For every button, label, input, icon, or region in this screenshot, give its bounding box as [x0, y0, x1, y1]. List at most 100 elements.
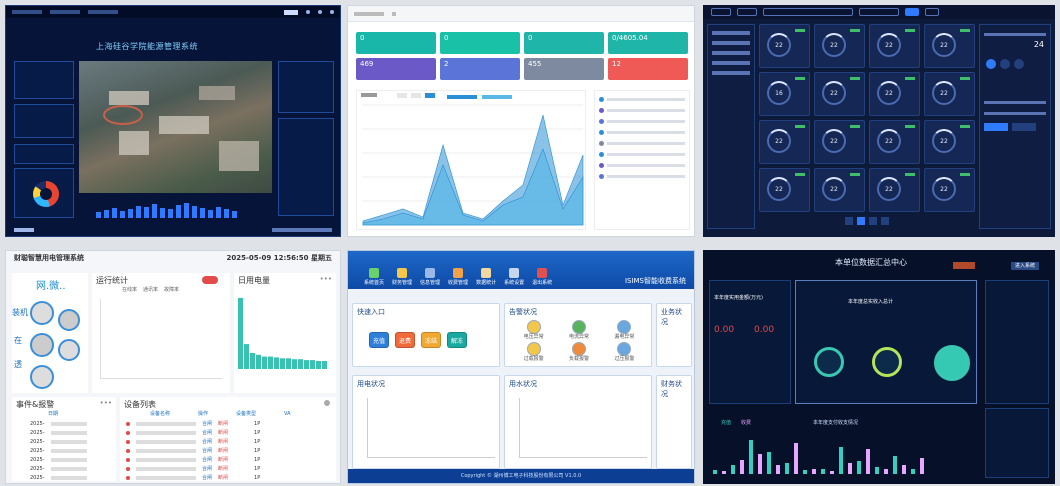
ac-card[interactable]: 22 [759, 168, 810, 212]
heat-icon[interactable] [1000, 59, 1010, 69]
alarm-item[interactable]: 电流异常 [556, 320, 601, 340]
open-action[interactable]: 合闸 [202, 457, 212, 463]
ac-card[interactable]: 22 [924, 72, 975, 116]
kpi-card[interactable]: 0 [524, 32, 604, 54]
bell-icon[interactable] [318, 10, 322, 14]
quick-button[interactable]: 充值 [369, 332, 389, 348]
quick-button[interactable]: 解冻 [447, 332, 467, 348]
kpi-card[interactable]: 0 [440, 32, 520, 54]
device-row[interactable]: 合闸 断闸 1P [126, 473, 260, 482]
ac-card[interactable]: 22 [869, 24, 920, 68]
kpi-card[interactable]: 2 [440, 58, 520, 80]
kpi-card[interactable]: 455 [524, 58, 604, 80]
settings-icon[interactable] [324, 400, 330, 406]
device-tree[interactable] [707, 24, 755, 229]
close-action[interactable]: 断闸 [218, 448, 228, 454]
open-action[interactable]: 合闸 [202, 448, 212, 454]
nav-item[interactable]: 退出系统 [532, 268, 552, 286]
campus-aerial-map[interactable] [79, 61, 272, 193]
toggle-switch[interactable] [202, 276, 218, 284]
setting-slider[interactable] [984, 112, 1046, 115]
nav-item[interactable]: 系统设置 [504, 268, 524, 286]
nav-item[interactable]: 信息管理 [420, 268, 440, 286]
apply-button[interactable] [984, 123, 1008, 131]
more-button[interactable]: ••• [320, 275, 332, 284]
ac-card[interactable]: 16 [759, 72, 810, 116]
settings-icon[interactable] [306, 10, 310, 14]
device-row[interactable]: 合闸 断闸 1P [126, 428, 260, 437]
device-row[interactable]: 合闸 断闸 1P [126, 437, 260, 446]
alarm-item[interactable]: 电压异常 [511, 320, 556, 340]
tab-day[interactable] [397, 93, 407, 98]
device-row[interactable]: 合闸 断闸 1P [126, 446, 260, 455]
ac-card[interactable]: 22 [814, 24, 865, 68]
pagination[interactable] [759, 217, 975, 227]
tree-node[interactable] [712, 31, 750, 35]
ac-card[interactable]: 22 [924, 24, 975, 68]
menu-item[interactable] [50, 10, 80, 14]
event-row[interactable]: 2025- [30, 419, 87, 428]
ac-card[interactable]: 22 [869, 72, 920, 116]
user-label[interactable] [284, 9, 298, 15]
kpi-card[interactable]: 469 [356, 58, 436, 80]
tab-month[interactable] [425, 93, 435, 98]
tree-node[interactable] [712, 71, 750, 75]
ranking-row[interactable] [599, 174, 685, 179]
power-icon[interactable] [330, 10, 334, 14]
ac-card[interactable]: 22 [869, 168, 920, 212]
ac-card[interactable]: 22 [869, 120, 920, 164]
ranking-row[interactable] [599, 130, 685, 135]
open-action[interactable]: 合闸 [202, 475, 212, 481]
event-row[interactable]: 2025- [30, 455, 87, 464]
ranking-row[interactable] [599, 97, 685, 102]
nav-item[interactable]: 财务管理 [392, 268, 412, 286]
page-button[interactable] [845, 217, 853, 225]
close-action[interactable]: 断闸 [218, 466, 228, 472]
ranking-row[interactable] [599, 141, 685, 146]
cool-icon[interactable] [986, 59, 996, 69]
open-action[interactable]: 合闸 [202, 466, 212, 472]
close-action[interactable]: 断闸 [218, 421, 228, 427]
device-row[interactable]: 合闸 断闸 1P [126, 464, 260, 473]
ac-card[interactable]: 22 [924, 168, 975, 212]
cancel-button[interactable] [1012, 123, 1036, 131]
mode-icons[interactable] [986, 59, 1044, 73]
page-button[interactable] [857, 217, 865, 225]
alarm-item[interactable]: 漏电异常 [602, 320, 647, 340]
search-button[interactable] [905, 8, 919, 16]
event-row[interactable]: 2025- [30, 473, 87, 482]
fan-icon[interactable] [1014, 59, 1024, 69]
close-icon[interactable] [392, 11, 396, 16]
nav-item[interactable]: 数据统计 [476, 268, 496, 286]
ranking-row[interactable] [599, 108, 685, 113]
ac-card[interactable]: 22 [814, 72, 865, 116]
device-row[interactable]: 合闸 断闸 1P [126, 455, 260, 464]
reset-button[interactable] [925, 8, 939, 16]
kpi-card[interactable]: 0 [356, 32, 436, 54]
quick-button[interactable]: 退费 [395, 332, 415, 348]
ac-card[interactable]: 22 [759, 120, 810, 164]
event-row[interactable]: 2025- [30, 428, 87, 437]
page-button[interactable] [869, 217, 877, 225]
footer-links[interactable] [272, 228, 332, 232]
alarm-item[interactable]: 过压报警 [602, 342, 647, 362]
open-action[interactable]: 合闸 [202, 430, 212, 436]
ac-card[interactable]: 22 [814, 120, 865, 164]
menu-item[interactable] [12, 10, 42, 14]
ranking-row[interactable] [599, 163, 685, 168]
enter-system-tab[interactable]: 进入系统 [1010, 262, 1039, 270]
ac-card[interactable]: 22 [924, 120, 975, 164]
event-row[interactable]: 2025- [30, 464, 87, 473]
temp-slider[interactable] [984, 33, 1046, 36]
kpi-card[interactable]: 12 [608, 58, 688, 80]
menu-item[interactable] [88, 10, 118, 14]
ac-card[interactable]: 22 [814, 168, 865, 212]
close-action[interactable]: 断闸 [218, 457, 228, 463]
more-button[interactable]: ••• [100, 399, 112, 408]
nav-item[interactable]: 收费管理 [448, 268, 468, 286]
event-row[interactable]: 2025- [30, 437, 87, 446]
close-action[interactable]: 断闸 [218, 475, 228, 481]
ac-card[interactable]: 22 [759, 24, 810, 68]
tree-node[interactable] [712, 61, 750, 65]
filter-pill[interactable] [711, 8, 731, 16]
